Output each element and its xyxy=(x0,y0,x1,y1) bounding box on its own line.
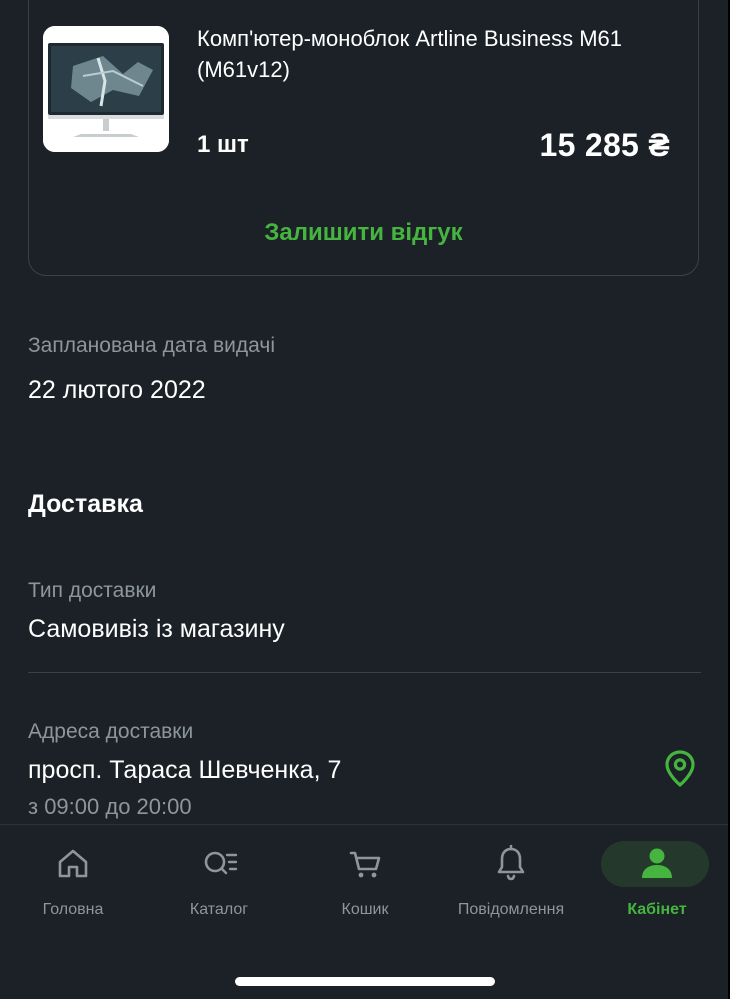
delivery-type-label: Тип доставки xyxy=(28,579,157,602)
divider xyxy=(28,672,701,673)
home-icon xyxy=(58,849,88,878)
delivery-type-value: Самовивіз із магазину xyxy=(28,615,285,643)
map-pin-icon[interactable] xyxy=(664,750,696,788)
pickup-date-value: 22 лютого 2022 xyxy=(28,376,206,404)
tab-home-label: Головна xyxy=(42,901,104,918)
bottom-tab-bar: Головна Каталог Кошик Повідомлення Кабін… xyxy=(0,824,730,999)
tab-account-label: Кабінет xyxy=(627,901,687,918)
tab-notifications[interactable]: Повідомлення xyxy=(438,825,584,935)
tab-home[interactable]: Головна xyxy=(0,825,146,935)
tab-cart-label: Кошик xyxy=(341,901,389,918)
user-icon xyxy=(642,848,672,878)
product-image[interactable] xyxy=(43,26,169,152)
catalog-search-icon xyxy=(204,851,238,875)
tab-notifications-label: Повідомлення xyxy=(457,901,565,918)
delivery-address-value: просп. Тараса Шевченка, 7 xyxy=(28,756,342,784)
tab-account[interactable]: Кабінет xyxy=(584,825,730,935)
delivery-address-label: Адреса доставки xyxy=(28,720,194,743)
product-price: 15 285 ₴ xyxy=(539,127,670,163)
home-indicator[interactable] xyxy=(235,977,495,986)
product-title[interactable]: Комп'ютер-моноблок Artline Business M61 … xyxy=(197,23,667,85)
tab-catalog-label: Каталог xyxy=(189,901,249,918)
bell-icon xyxy=(497,844,525,881)
delivery-section-title: Доставка xyxy=(28,490,143,518)
tab-catalog[interactable]: Каталог xyxy=(146,825,292,935)
order-item-card: Комп'ютер-моноблок Artline Business M61 … xyxy=(28,0,699,276)
tab-cart[interactable]: Кошик xyxy=(292,825,438,935)
pickup-date-label: Запланована дата видачі xyxy=(28,334,275,357)
store-hours: з 09:00 до 20:00 xyxy=(28,794,192,819)
product-quantity: 1 шт xyxy=(197,131,249,158)
leave-review-button[interactable]: Залишити відгук xyxy=(29,219,698,247)
cart-icon xyxy=(349,851,381,878)
monoblock-image xyxy=(43,26,169,152)
order-details-screen: Комп'ютер-моноблок Artline Business M61 … xyxy=(0,0,730,999)
